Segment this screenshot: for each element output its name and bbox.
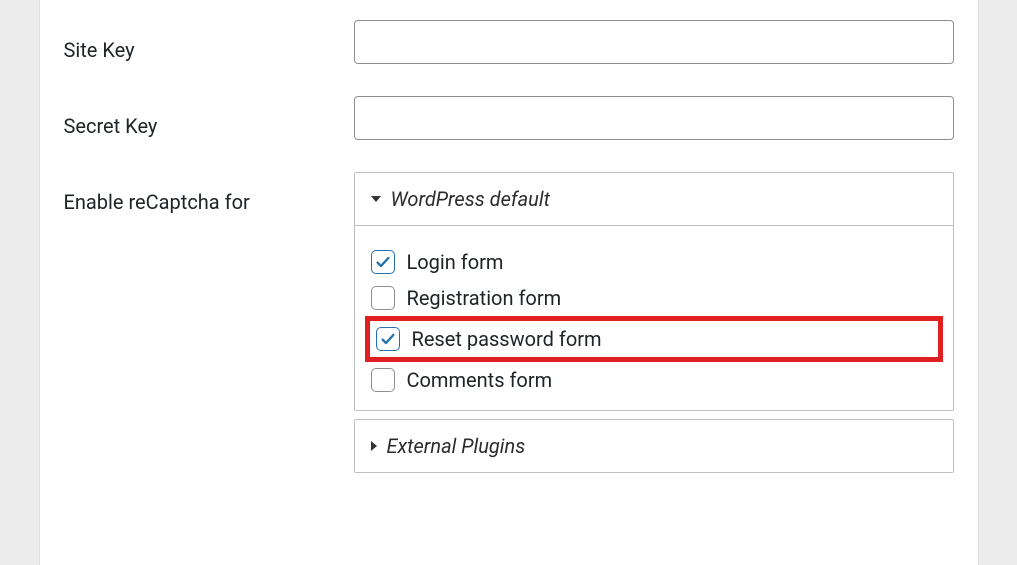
enable-recaptcha-row: Enable reCaptcha for WordPress default L…: [64, 172, 954, 473]
wp-default-body: Login form Registration form Reset passwor…: [355, 225, 953, 410]
external-plugins-header[interactable]: External Plugins: [354, 419, 954, 473]
option-checkbox-0[interactable]: [371, 250, 395, 274]
caret-down-icon: [371, 196, 381, 202]
option-row-1: Registration form: [371, 280, 937, 316]
option-label-1: Registration form: [407, 286, 562, 310]
settings-panel: Site Key Secret Key Enable reCaptcha for…: [39, 0, 979, 565]
option-row-0: Login form: [371, 244, 937, 280]
wp-default-header[interactable]: WordPress default: [355, 173, 953, 225]
secret-key-label: Secret Key: [64, 96, 354, 138]
option-row-2: Reset password form: [365, 316, 943, 362]
wp-default-section: WordPress default Login form Registration…: [354, 172, 954, 411]
caret-right-icon: [371, 441, 377, 451]
option-label-0: Login form: [407, 250, 504, 274]
option-checkbox-2[interactable]: [376, 327, 400, 351]
option-row-3: Comments form: [371, 362, 937, 398]
option-checkbox-1[interactable]: [371, 286, 395, 310]
external-plugins-title: External Plugins: [387, 434, 526, 458]
secret-key-input[interactable]: [354, 96, 954, 140]
option-checkbox-3[interactable]: [371, 368, 395, 392]
option-label-3: Comments form: [407, 368, 553, 392]
secret-key-row: Secret Key: [64, 96, 954, 140]
enable-recaptcha-label: Enable reCaptcha for: [64, 172, 354, 214]
site-key-input[interactable]: [354, 20, 954, 64]
site-key-label: Site Key: [64, 20, 354, 62]
option-label-2: Reset password form: [412, 327, 602, 351]
wp-default-title: WordPress default: [391, 187, 550, 211]
site-key-row: Site Key: [64, 20, 954, 64]
